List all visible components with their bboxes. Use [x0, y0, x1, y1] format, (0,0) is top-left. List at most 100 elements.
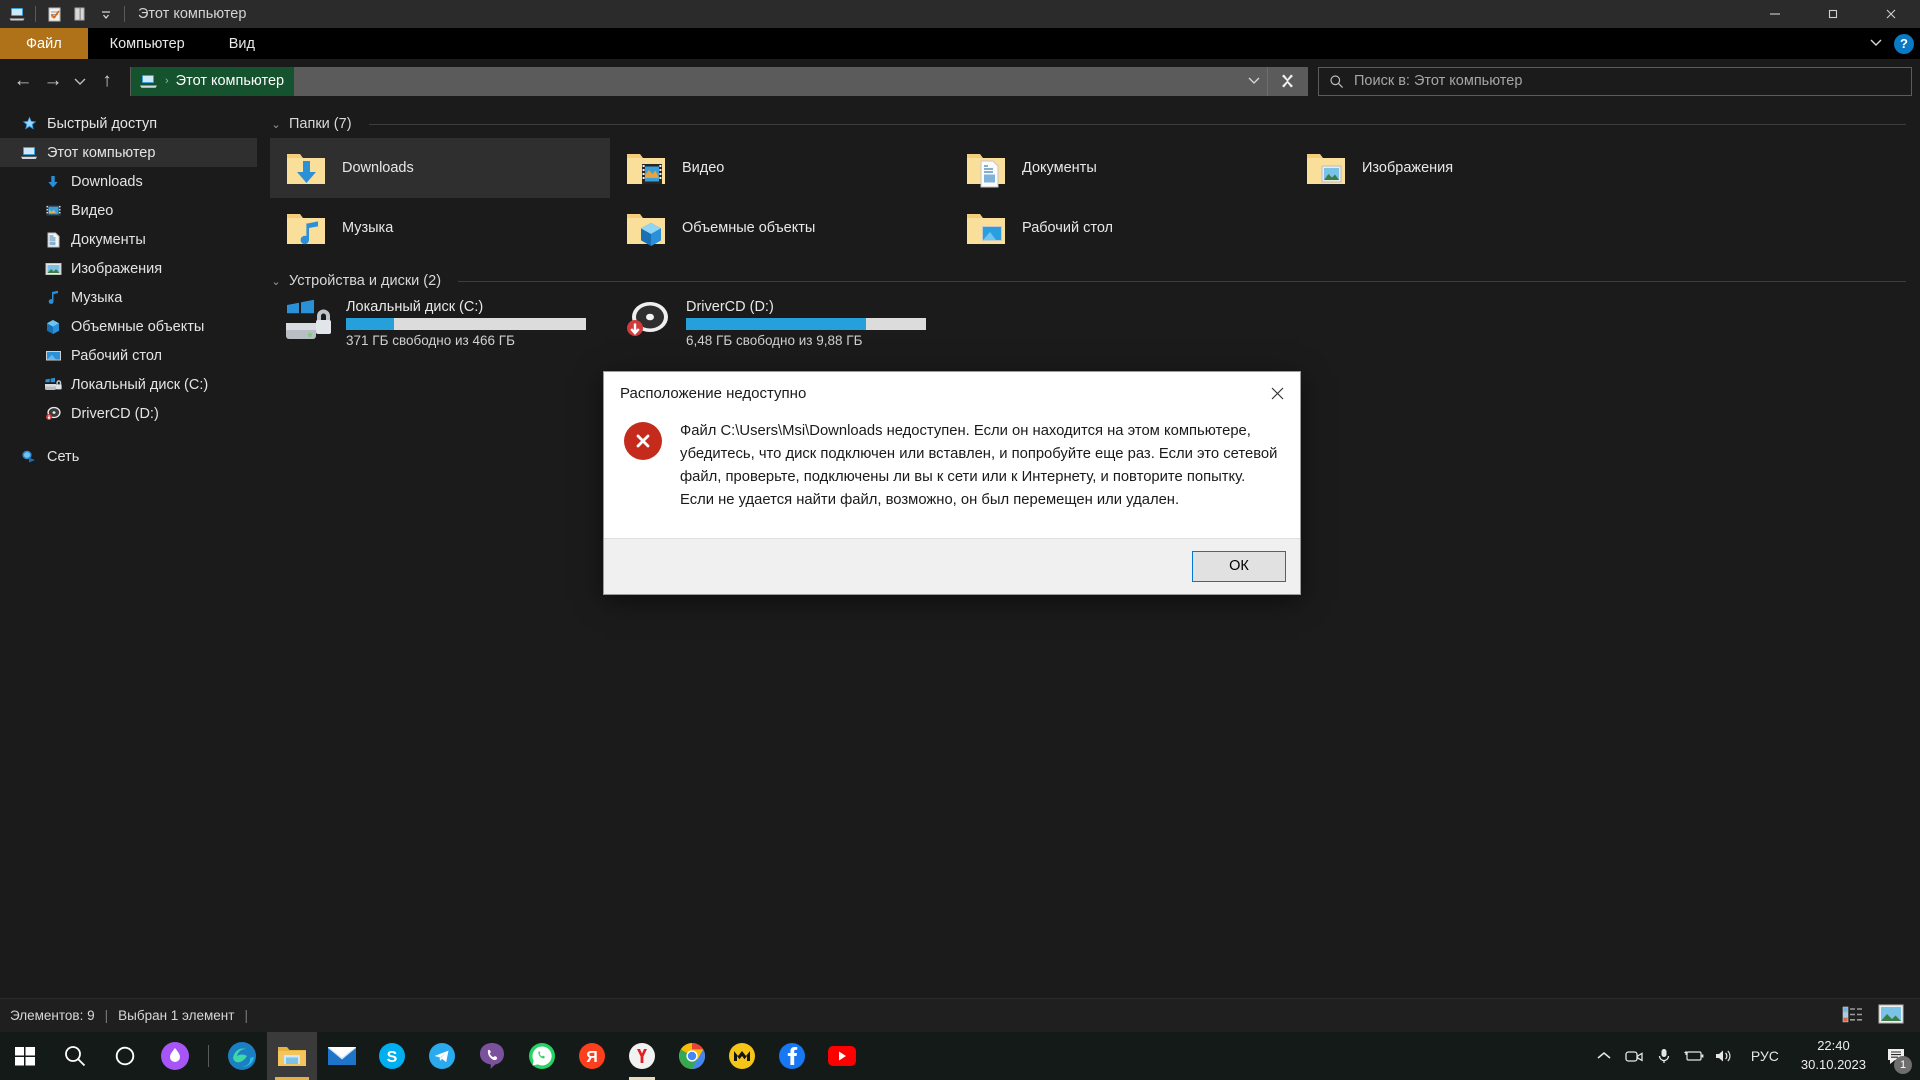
sidebar-item-music[interactable]: Музыка — [0, 283, 257, 312]
camera-icon[interactable] — [1619, 1032, 1649, 1080]
taskbar: S Я РУС 22:40 30.10.2023 1 — [0, 1032, 1920, 1080]
sidebar-item-drivercd-d[interactable]: DriverCD (D:) — [0, 399, 257, 428]
group-divider — [368, 123, 1906, 125]
mega-button[interactable] — [717, 1032, 767, 1080]
folder-item-downloads[interactable]: Downloads — [270, 138, 610, 198]
breadcrumb-label: Этот компьютер — [175, 73, 285, 89]
search-box[interactable]: Поиск в: Этот компьютер — [1318, 66, 1912, 96]
sidebar-item-desktop[interactable]: Рабочий стол — [0, 341, 257, 370]
show-hidden-icons-button[interactable] — [1589, 1032, 1619, 1080]
volume-icon[interactable] — [1709, 1032, 1739, 1080]
chevron-down-icon[interactable]: ⌄ — [270, 275, 282, 288]
sidebar-item-quick-access[interactable]: Быстрый доступ — [0, 109, 257, 138]
maximize-button[interactable] — [1804, 0, 1862, 28]
address-bar: ← → ↑ › Этот компьютер Поиск в: Этот ком… — [0, 59, 1920, 103]
sidebar-item-local-disk-c[interactable]: Локальный диск (C:) — [0, 370, 257, 399]
recent-locations-button[interactable] — [68, 66, 92, 96]
status-selected-count: Выбран 1 элемент — [118, 1008, 235, 1023]
navigation-pane: Быстрый доступ Этот компьютер Downloads … — [0, 103, 258, 998]
windows-drive-icon — [284, 297, 336, 345]
facebook-button[interactable] — [767, 1032, 817, 1080]
customize-chevron-icon[interactable] — [93, 1, 119, 27]
breadcrumb-item-this-pc[interactable]: › Этот компьютер — [131, 66, 295, 96]
location-unavailable-dialog: Расположение недоступно Файл C:\Users\Ms… — [604, 372, 1300, 594]
folder-music-icon — [282, 204, 330, 252]
breadcrumb-separator: › — [165, 75, 169, 87]
file-explorer-window: Этот компьютер Файл Компьютер Вид ? ← → — [0, 0, 1920, 1032]
folder-item-documents[interactable]: Документы — [950, 138, 1290, 198]
cortana-button[interactable] — [100, 1032, 150, 1080]
microphone-icon[interactable] — [1649, 1032, 1679, 1080]
svg-text:S: S — [387, 1049, 398, 1066]
sidebar-label: Downloads — [71, 173, 143, 190]
sidebar-item-videos[interactable]: Видео — [0, 196, 257, 225]
alice-assistant-button[interactable] — [150, 1032, 200, 1080]
start-button[interactable] — [0, 1032, 50, 1080]
computer-icon — [140, 74, 157, 88]
youtube-button[interactable] — [817, 1032, 867, 1080]
folder-item-videos[interactable]: Видео — [610, 138, 950, 198]
close-button[interactable] — [1862, 0, 1920, 28]
large-icons-view-icon[interactable] — [1878, 1004, 1904, 1027]
whatsapp-button[interactable] — [517, 1032, 567, 1080]
folder-item-desktop[interactable]: Рабочий стол — [950, 198, 1290, 258]
explorer-icon[interactable] — [4, 1, 30, 27]
cd-drive-icon — [44, 405, 62, 423]
folder-label: Документы — [1022, 160, 1097, 176]
yandex-browser-button[interactable] — [617, 1032, 667, 1080]
language-indicator[interactable]: РУС — [1739, 1048, 1791, 1064]
viber-button[interactable] — [467, 1032, 517, 1080]
tab-computer[interactable]: Компьютер — [88, 28, 207, 59]
dialog-close-button[interactable] — [1254, 372, 1300, 414]
sidebar-label: Видео — [71, 202, 114, 219]
chevron-down-icon[interactable]: ⌄ — [270, 118, 282, 131]
edge-button[interactable] — [217, 1032, 267, 1080]
file-explorer-button[interactable] — [267, 1032, 317, 1080]
sidebar-item-3d-objects[interactable]: Объемные объекты — [0, 312, 257, 341]
sidebar-item-downloads[interactable]: Downloads — [0, 167, 257, 196]
details-view-icon[interactable] — [1842, 1005, 1864, 1026]
folder-item-pictures[interactable]: Изображения — [1290, 138, 1630, 198]
sidebar-item-network[interactable]: Сеть — [0, 442, 257, 471]
dialog-title: Расположение недоступно — [620, 384, 807, 402]
drive-item-local-disk-c[interactable]: Локальный диск (C:) 371 ГБ свободно из 4… — [270, 295, 610, 357]
notification-center-button[interactable]: 1 — [1876, 1032, 1916, 1080]
properties-icon[interactable] — [41, 1, 67, 27]
group-header-drives[interactable]: ⌄ Устройства и диски (2) — [270, 270, 1920, 295]
tab-file[interactable]: Файл — [0, 28, 88, 59]
forward-button[interactable]: → — [38, 66, 68, 96]
search-input[interactable]: Поиск в: Этот компьютер — [1354, 73, 1522, 89]
drive-usage-fill — [686, 318, 866, 330]
folder-item-music[interactable]: Музыка — [270, 198, 610, 258]
skype-button[interactable]: S — [367, 1032, 417, 1080]
group-divider — [458, 280, 1906, 282]
status-bar: Элементов: 9 | Выбран 1 элемент | — [0, 998, 1920, 1032]
help-button[interactable]: ? — [1894, 33, 1914, 54]
drive-item-drivercd-d[interactable]: DriverCD (D:) 6,48 ГБ свободно из 9,88 Г… — [610, 295, 950, 357]
mail-button[interactable] — [317, 1032, 367, 1080]
folder-desktop-icon — [962, 204, 1010, 252]
up-button[interactable]: ↑ — [92, 66, 122, 96]
yandex-button[interactable]: Я — [567, 1032, 617, 1080]
new-folder-icon[interactable] — [67, 1, 93, 27]
minimize-button[interactable] — [1746, 0, 1804, 28]
drive-free-text: 371 ГБ свободно из 466 ГБ — [346, 333, 515, 348]
search-button[interactable] — [50, 1032, 100, 1080]
back-button[interactable]: ← — [8, 66, 38, 96]
refresh-icon[interactable] — [1267, 66, 1307, 96]
folder-label: Видео — [682, 160, 725, 176]
tab-view[interactable]: Вид — [207, 28, 277, 59]
chrome-button[interactable] — [667, 1032, 717, 1080]
expand-ribbon-chevron-icon[interactable] — [1868, 36, 1884, 51]
folder-item-3d-objects[interactable]: Объемные объекты — [610, 198, 950, 258]
battery-icon[interactable] — [1679, 1032, 1709, 1080]
sidebar-item-this-pc[interactable]: Этот компьютер — [0, 138, 257, 167]
clock[interactable]: 22:40 30.10.2023 — [1791, 1037, 1876, 1075]
breadcrumb-dropdown-icon[interactable] — [1247, 74, 1261, 88]
group-header-folders[interactable]: ⌄ Папки (7) — [270, 113, 1920, 138]
sidebar-item-documents[interactable]: Документы — [0, 225, 257, 254]
breadcrumb[interactable]: › Этот компьютер — [130, 66, 1308, 96]
dialog-ok-button[interactable]: ОК — [1192, 550, 1286, 582]
sidebar-item-pictures[interactable]: Изображения — [0, 254, 257, 283]
telegram-button[interactable] — [417, 1032, 467, 1080]
